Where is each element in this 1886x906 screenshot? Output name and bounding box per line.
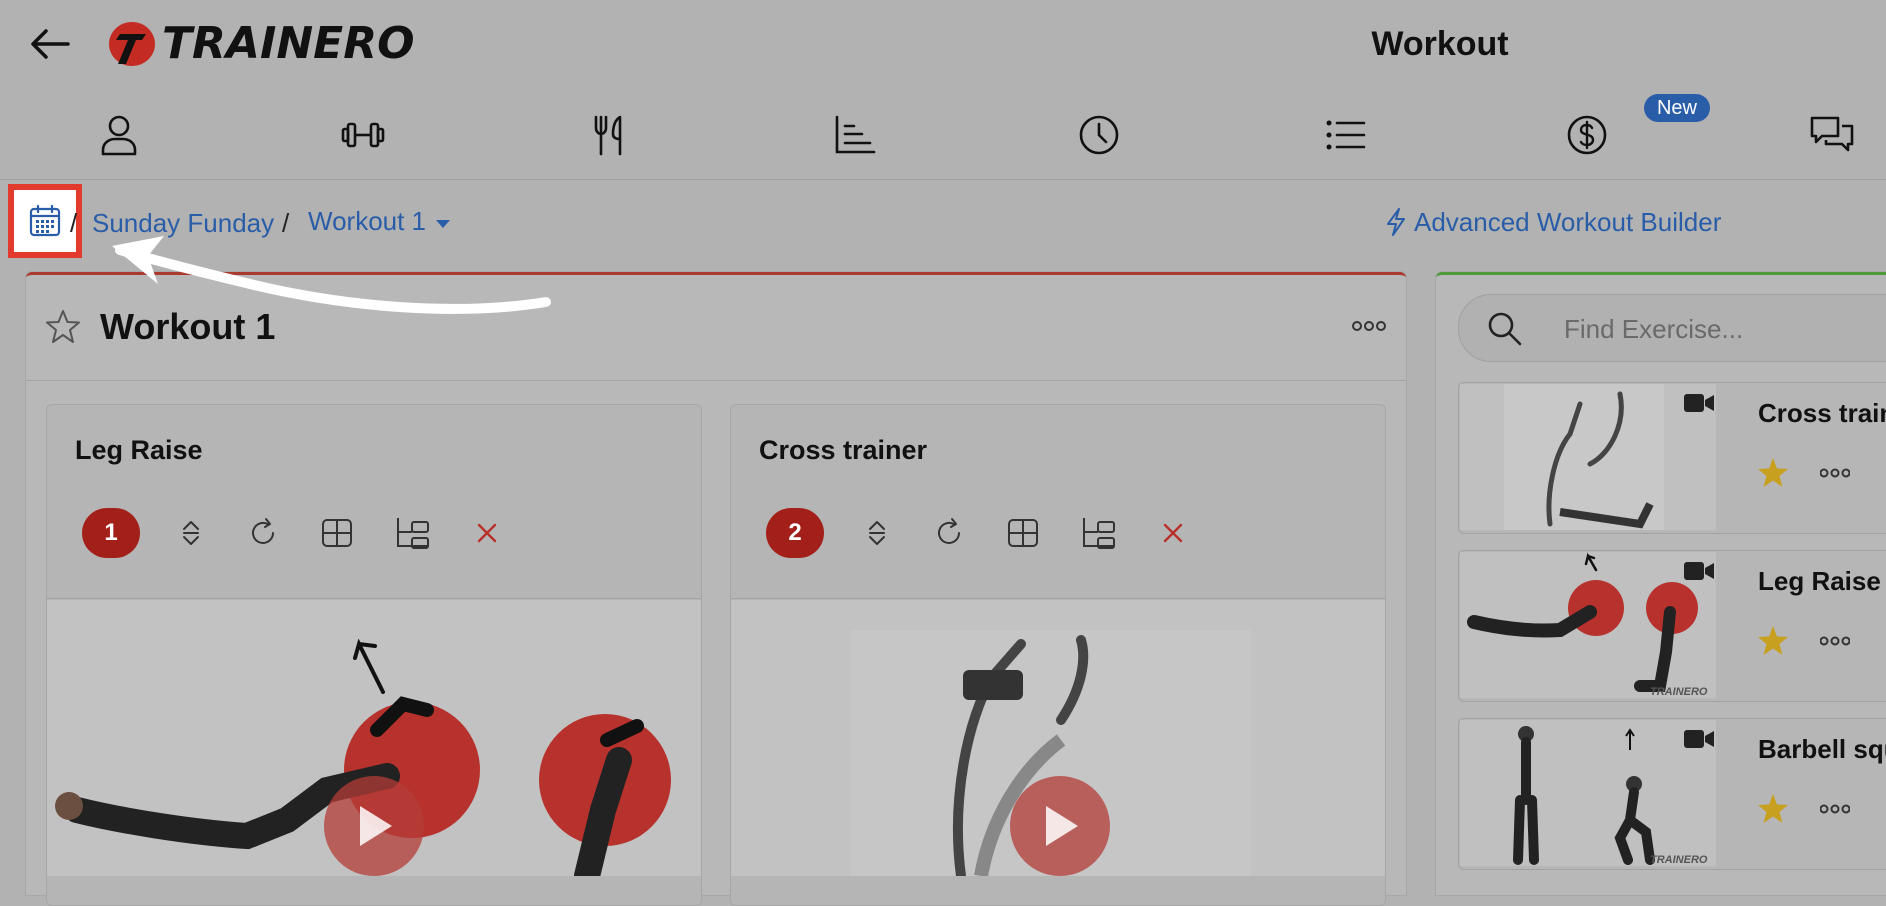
library-item-name: Cross trainer: [1758, 398, 1886, 428]
list-icon: [1326, 120, 1366, 150]
video-icon: [1684, 728, 1714, 750]
library-thumbnail: [1460, 720, 1716, 866]
chat-icon: [1810, 116, 1854, 152]
nav-profile[interactable]: [96, 112, 142, 158]
arrow-left-icon: [31, 29, 70, 59]
nav-nutrition[interactable]: [586, 112, 632, 158]
image-watermark: TRAINERO: [1650, 854, 1708, 866]
dollar-icon: [1567, 115, 1607, 155]
chevron-down-icon[interactable]: [434, 218, 452, 230]
chart-icon: [835, 115, 876, 154]
sets-table-icon[interactable]: [320, 516, 354, 550]
video-icon: [1684, 560, 1714, 582]
more-options-icon[interactable]: [1820, 466, 1850, 480]
lightning-icon: [1387, 208, 1405, 236]
more-options-icon[interactable]: [1820, 802, 1850, 816]
tutorial-arrow-icon: [112, 236, 551, 314]
exercise-title: Cross trainer: [759, 435, 928, 465]
play-icon: [360, 806, 392, 846]
favorite-star-icon[interactable]: [1756, 624, 1790, 658]
advanced-workout-builder-label: Advanced Workout Builder: [1414, 206, 1722, 237]
library-thumbnail: [1460, 384, 1716, 530]
exercise-number-badge[interactable]: 2: [766, 508, 824, 558]
superset-icon[interactable]: [394, 514, 432, 552]
nav-messages[interactable]: [1808, 112, 1856, 158]
sets-table-icon[interactable]: [1006, 516, 1040, 550]
nav-lists[interactable]: [1322, 112, 1368, 158]
nav-progress[interactable]: [832, 112, 878, 158]
replace-icon[interactable]: [246, 516, 280, 550]
breadcrumb-separator: /: [70, 208, 78, 238]
user-icon: [101, 115, 137, 156]
exercise-search-input[interactable]: [1562, 308, 1866, 350]
nav-history[interactable]: [1076, 112, 1122, 158]
remove-exercise-icon[interactable]: [1156, 516, 1190, 550]
logo-text: TRAINERO: [162, 18, 415, 69]
reorder-icon[interactable]: [860, 516, 894, 550]
reorder-icon[interactable]: [174, 516, 208, 550]
calendar-icon: [29, 204, 61, 237]
favorite-star-icon[interactable]: [1756, 792, 1790, 826]
card-divider: [730, 598, 1386, 599]
back-button[interactable]: [28, 26, 72, 62]
header-divider: [0, 179, 1886, 180]
image-watermark: TRAINERO: [1650, 686, 1708, 698]
play-video-button[interactable]: [324, 776, 424, 876]
library-thumbnail: [1460, 552, 1716, 698]
exercise-title: Leg Raise: [75, 435, 203, 465]
favorite-star-icon[interactable]: [44, 308, 82, 346]
new-badge: New: [1644, 94, 1710, 122]
remove-exercise-icon[interactable]: [470, 516, 504, 550]
play-icon: [1046, 806, 1078, 846]
panel-divider: [26, 380, 1406, 381]
superset-icon[interactable]: [1080, 514, 1118, 552]
card-divider: [46, 598, 702, 599]
nav-billing[interactable]: [1564, 112, 1610, 158]
clock-icon: [1079, 115, 1119, 155]
search-icon: [1484, 308, 1524, 348]
library-item-name: Leg Raise: [1758, 566, 1881, 596]
calendar-button[interactable]: [14, 190, 76, 252]
more-options-icon[interactable]: [1820, 634, 1850, 648]
exercise-number-badge[interactable]: 1: [82, 508, 140, 558]
nav-workouts[interactable]: [340, 112, 386, 158]
more-options-icon[interactable]: [1352, 318, 1386, 334]
fork-knife-icon: [594, 115, 622, 156]
replace-icon[interactable]: [932, 516, 966, 550]
play-video-button[interactable]: [1010, 776, 1110, 876]
logo-mark-icon: [109, 22, 155, 66]
favorite-star-icon[interactable]: [1756, 456, 1790, 490]
page-title: Workout: [1371, 25, 1509, 63]
logo: TRAINERO: [106, 20, 414, 68]
dumbbell-icon: [341, 122, 385, 148]
video-icon: [1684, 392, 1714, 414]
library-item-name: Barbell squat: [1758, 734, 1886, 764]
advanced-workout-builder-link[interactable]: Advanced Workout Builder: [1384, 204, 1721, 240]
